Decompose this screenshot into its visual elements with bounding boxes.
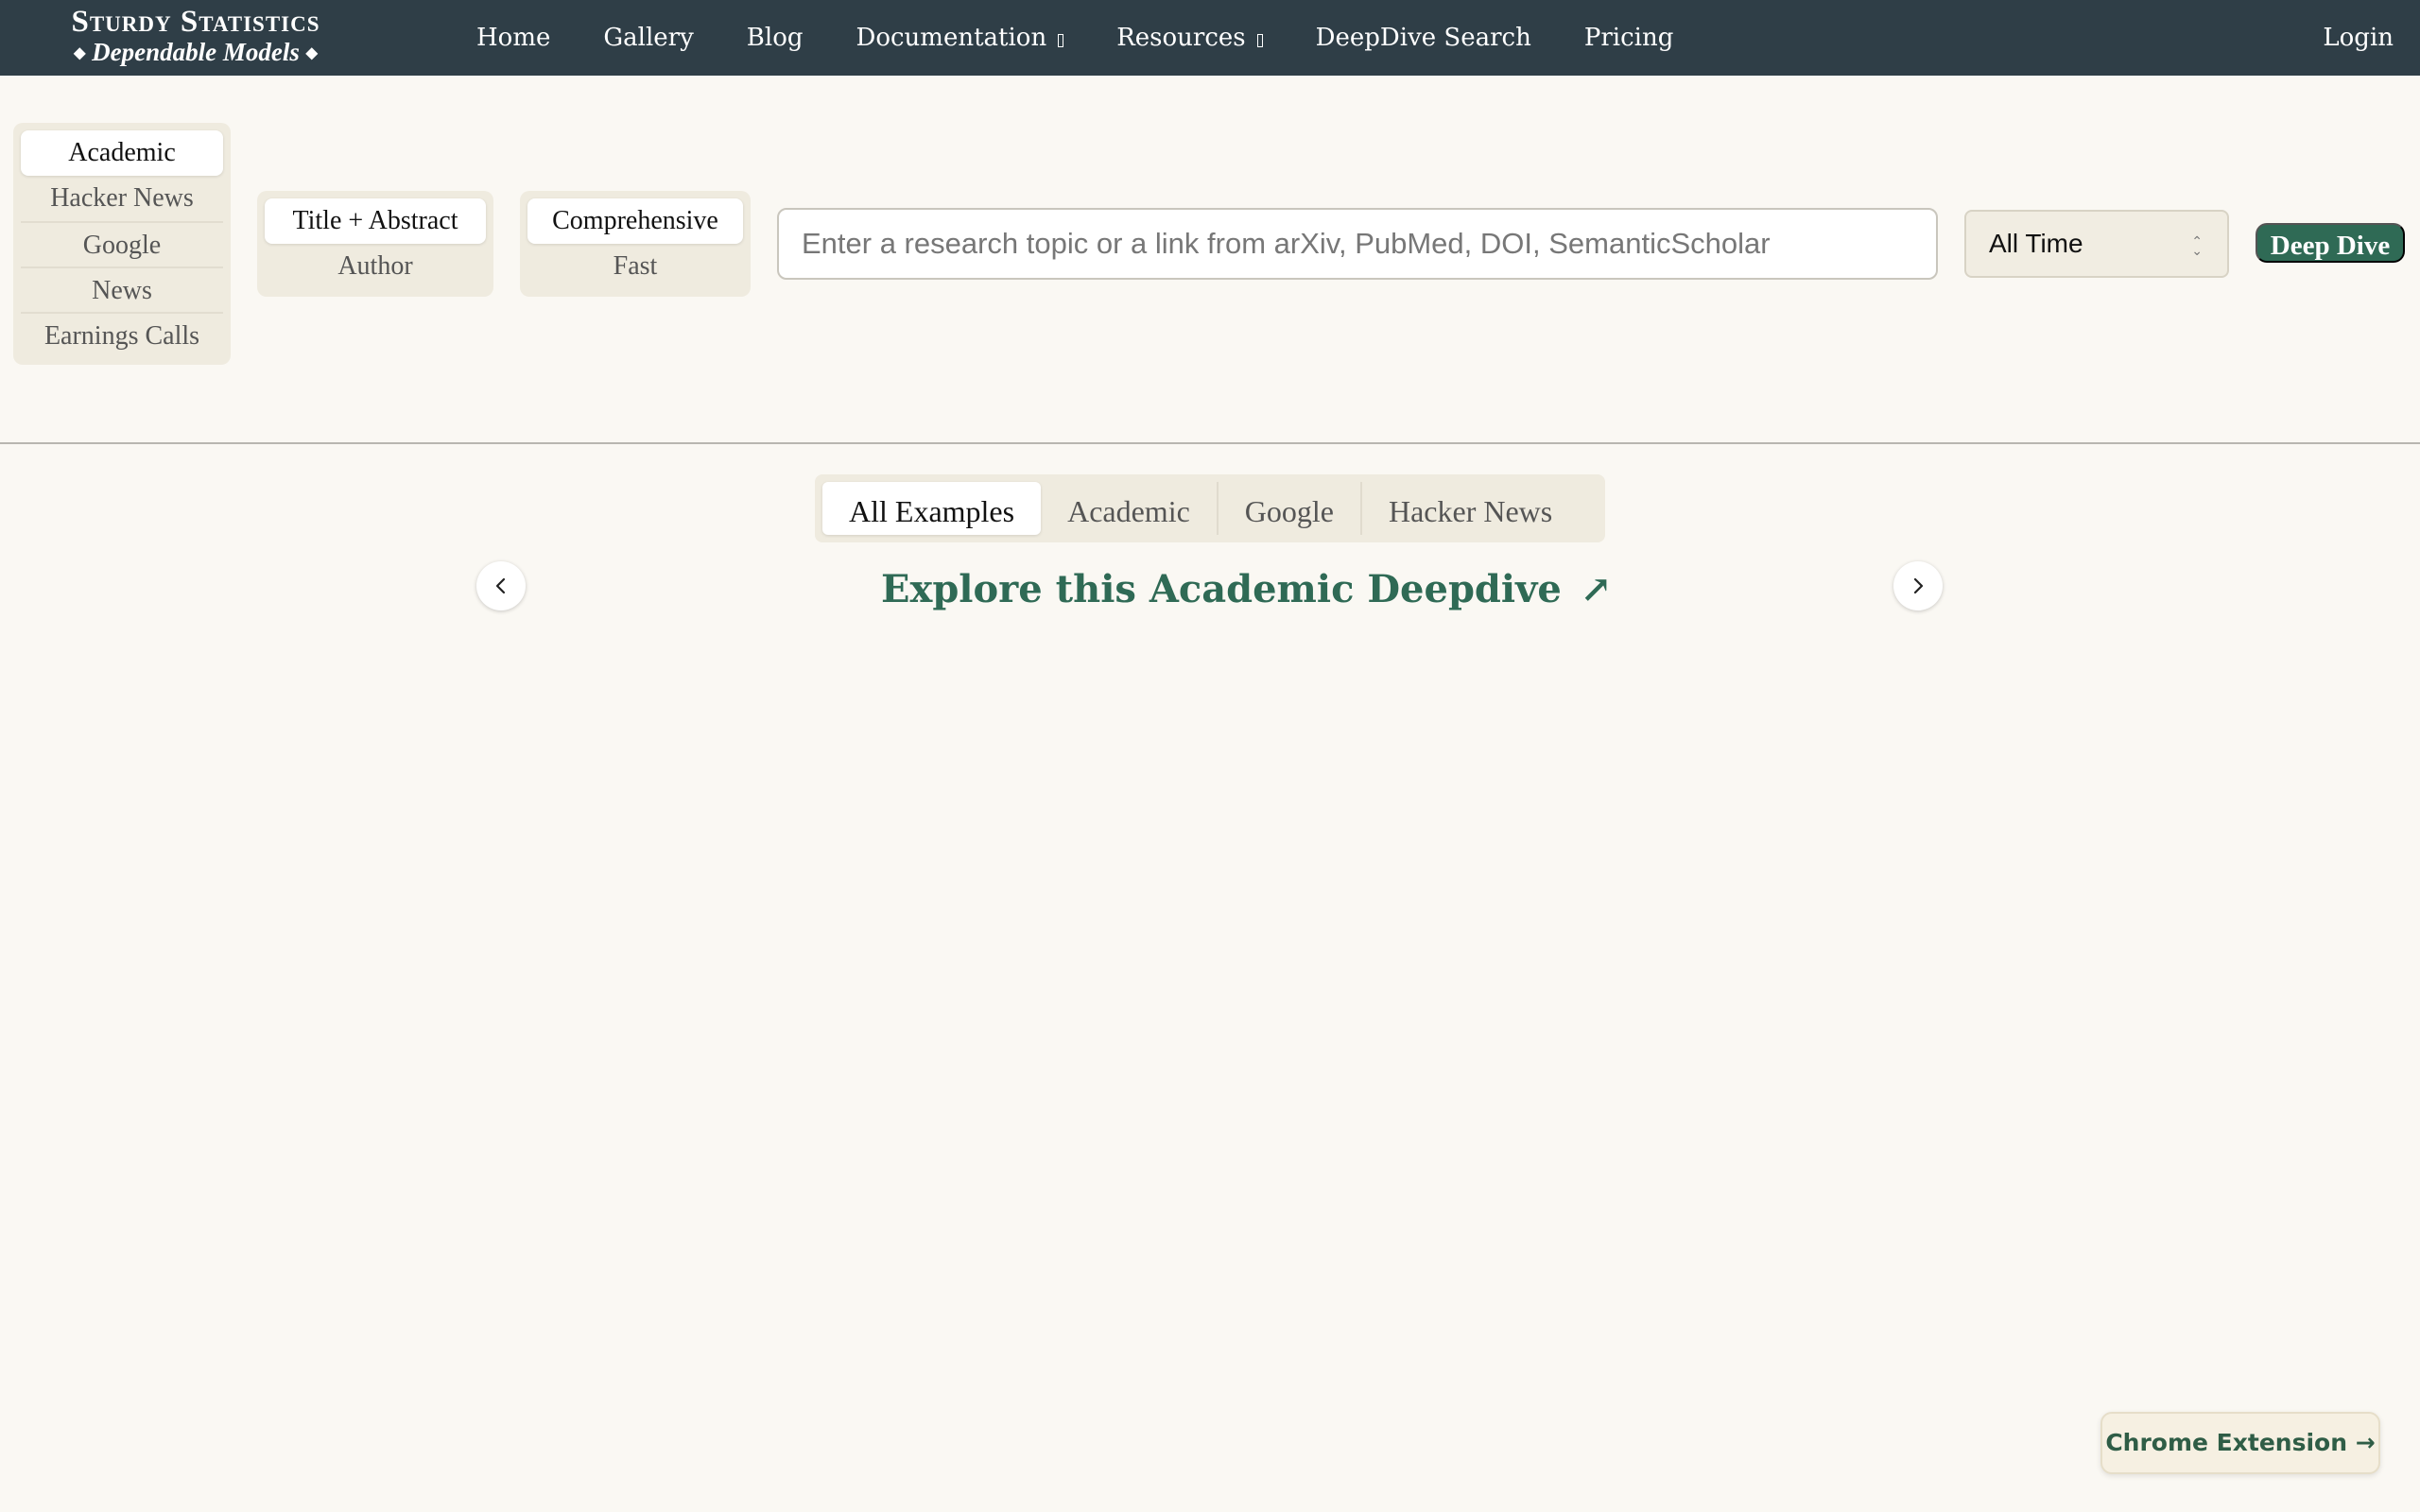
time-range-value: All Time <box>1989 229 2083 258</box>
chevron-left-icon <box>495 577 506 594</box>
external-link-arrow-icon: ↗ <box>1580 567 1613 611</box>
nav-documentation[interactable]: Documentation <box>856 24 1064 52</box>
deep-dive-button[interactable]: Deep Dive <box>2256 223 2405 263</box>
source-option-earnings-calls[interactable]: Earnings Calls <box>21 312 223 357</box>
source-option-news[interactable]: News <box>21 266 223 312</box>
explore-deepdive-label: Explore this Academic Deepdive <box>881 567 1562 611</box>
section-divider <box>0 442 2420 444</box>
login-link[interactable]: Login <box>2323 0 2394 76</box>
search-depth-selector: Comprehensive Fast <box>520 191 751 297</box>
tab-google[interactable]: Google <box>1216 482 1360 535</box>
chrome-extension-button[interactable]: Chrome Extension → <box>2100 1412 2380 1474</box>
field-option-author[interactable]: Author <box>265 244 486 289</box>
source-option-hacker-news[interactable]: Hacker News <box>21 176 223 221</box>
nav-pricing[interactable]: Pricing <box>1584 24 1674 52</box>
tab-academic[interactable]: Academic <box>1041 482 1217 535</box>
logo-subtitle-text: Dependable Models <box>92 37 300 66</box>
logo-ornament-left: ◆ <box>74 44 86 61</box>
nav-gallery[interactable]: Gallery <box>603 24 693 52</box>
time-range-select[interactable]: All Time ⌃ ⌄ <box>1964 210 2229 278</box>
source-option-google[interactable]: Google <box>21 221 223 266</box>
search-field-selector: Title + Abstract Author <box>257 191 493 297</box>
nav-resources-label: Resources <box>1116 24 1246 52</box>
logo-subtitle: ◆ Dependable Models ◆ <box>49 37 342 66</box>
example-tabs: All Examples Academic Google Hacker News <box>815 474 1605 542</box>
research-topic-input[interactable] <box>777 208 1938 280</box>
field-option-title-abstract[interactable]: Title + Abstract <box>265 198 486 244</box>
previous-example-button[interactable] <box>476 561 526 610</box>
next-example-button[interactable] <box>1893 561 1943 610</box>
source-selector: Academic Hacker News Google News Earning… <box>13 123 231 365</box>
source-option-academic[interactable]: Academic <box>21 130 223 176</box>
depth-option-fast[interactable]: Fast <box>527 244 743 289</box>
nav-home[interactable]: Home <box>476 24 550 52</box>
dropdown-caret-icon <box>1058 34 1064 47</box>
select-updown-icon: ⌃ ⌄ <box>2191 233 2203 258</box>
tab-all-examples[interactable]: All Examples <box>822 482 1042 535</box>
dropdown-caret-icon <box>1256 34 1263 47</box>
depth-option-comprehensive[interactable]: Comprehensive <box>527 198 743 244</box>
main-nav: Home Gallery Blog Documentation Resource… <box>476 0 1726 76</box>
nav-documentation-label: Documentation <box>856 24 1047 52</box>
chevron-right-icon <box>1913 577 1924 594</box>
logo-ornament-right: ◆ <box>305 44 318 61</box>
nav-deepdive-search[interactable]: DeepDive Search <box>1316 24 1531 52</box>
site-logo[interactable]: Sturdy Statistics ◆ Dependable Models ◆ <box>49 6 342 65</box>
nav-blog[interactable]: Blog <box>747 24 804 52</box>
explore-deepdive-link[interactable]: Explore this Academic Deepdive ↗ <box>881 567 1612 611</box>
tab-hacker-news[interactable]: Hacker News <box>1359 482 1579 535</box>
top-navbar: Sturdy Statistics ◆ Dependable Models ◆ … <box>0 0 2420 76</box>
logo-title: Sturdy Statistics <box>71 5 320 39</box>
nav-resources[interactable]: Resources <box>1116 24 1263 52</box>
